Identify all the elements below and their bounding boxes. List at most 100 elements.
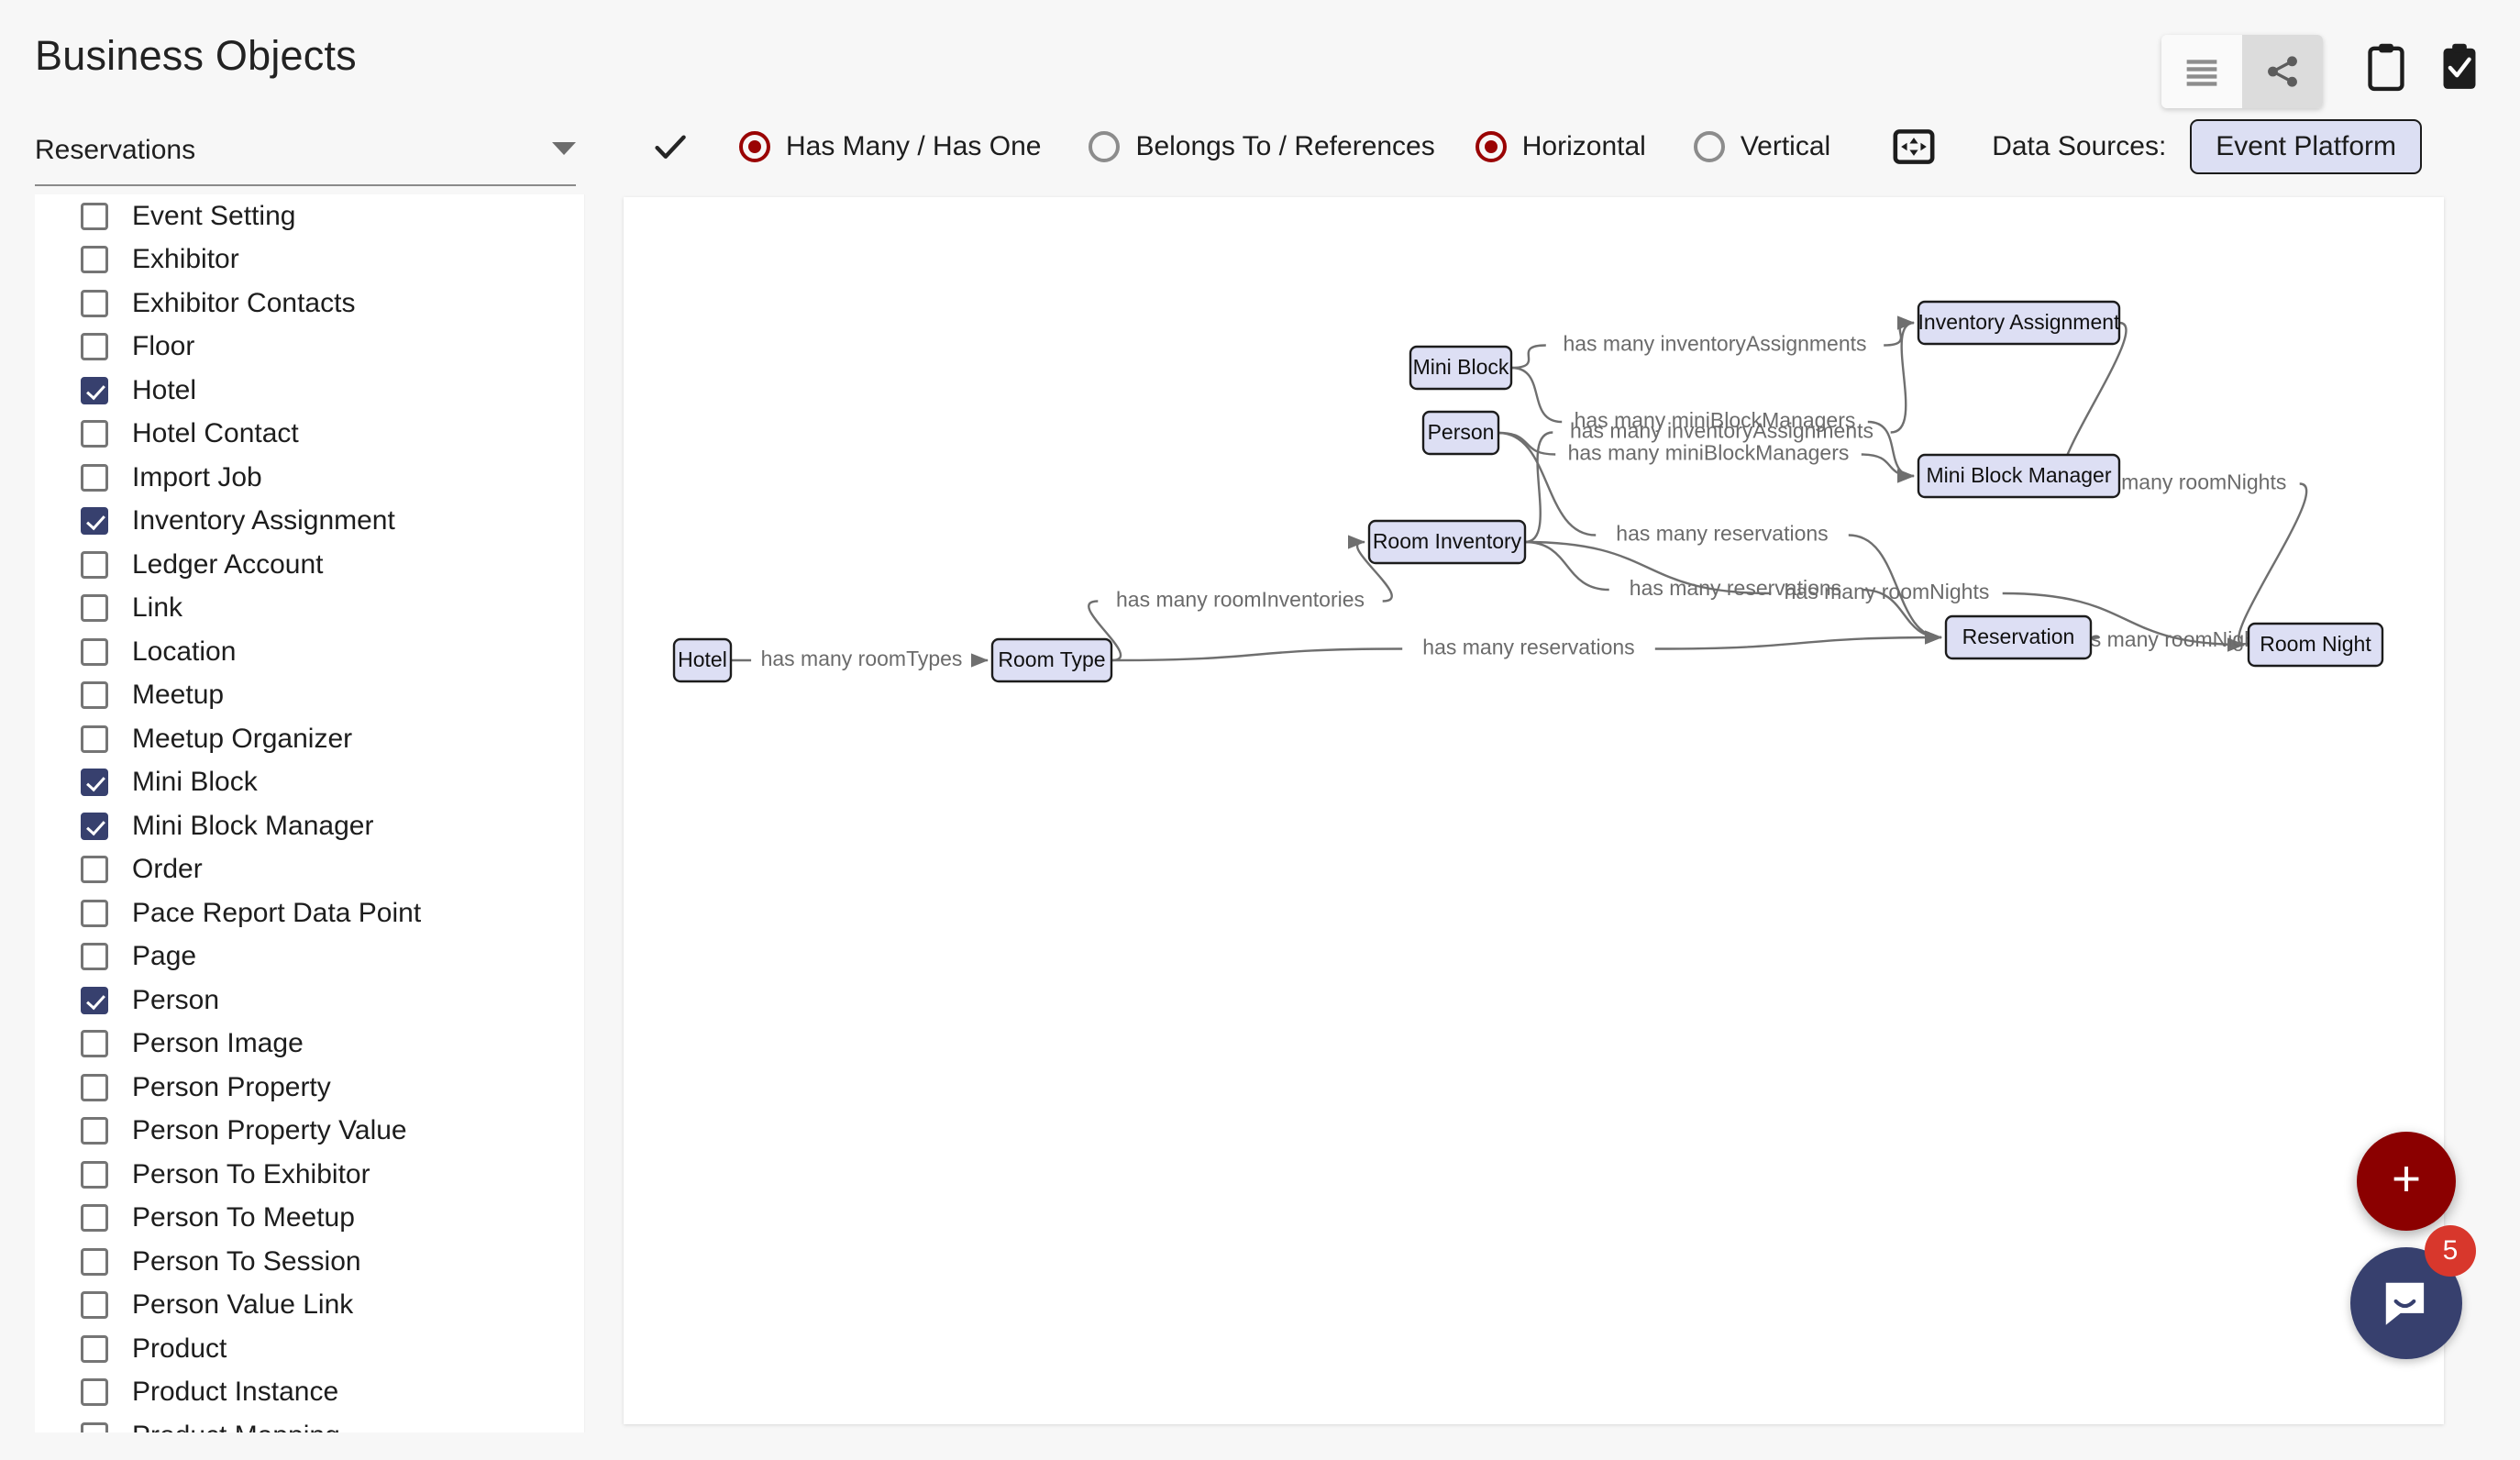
business-object-list[interactable]: Event Setting Exhibitor Exhibitor Contacts…: [35, 194, 585, 1432]
checkbox-checked-icon[interactable]: [81, 507, 108, 536]
object-list-item[interactable]: Person To Exhibitor: [35, 1153, 584, 1197]
view-mode-toggle: [2161, 35, 2323, 108]
checkbox-unchecked-icon[interactable]: [81, 333, 108, 361]
object-list-item[interactable]: Mini Block Manager: [35, 804, 584, 848]
object-list-item[interactable]: Meetup: [35, 674, 584, 718]
checkbox-unchecked-icon[interactable]: [81, 1073, 108, 1101]
object-list-item-label: Inventory Assignment: [132, 505, 395, 536]
object-list-item[interactable]: Person To Meetup: [35, 1197, 584, 1241]
data-source-chip-event-platform[interactable]: Event Platform: [2190, 119, 2423, 174]
relationship-graph[interactable]: has many roomTypes has many roomInventori…: [624, 197, 2444, 1424]
object-list-item[interactable]: Ledger Account: [35, 543, 584, 587]
diagram-canvas[interactable]: has many roomTypes has many roomInventori…: [624, 197, 2444, 1424]
graph-edge-label: has many roomInventories: [1116, 588, 1365, 612]
relationship-mode-group: Has Many / Has One Belongs To / Referenc…: [691, 131, 1435, 162]
checkbox-unchecked-icon[interactable]: [81, 1421, 108, 1432]
object-list-item[interactable]: Inventory Assignment: [35, 500, 584, 544]
graph-node[interactable]: Person: [1421, 410, 1500, 456]
radio-horizontal[interactable]: Horizontal: [1475, 131, 1646, 162]
object-list-item[interactable]: Product Mapping: [35, 1414, 584, 1432]
object-list-item[interactable]: Person Value Link: [35, 1284, 584, 1328]
checkbox-unchecked-icon[interactable]: [81, 1334, 108, 1363]
apply-check-icon[interactable]: [649, 126, 691, 168]
chat-unread-badge[interactable]: 5: [2425, 1225, 2476, 1277]
object-list-item[interactable]: Import Job: [35, 456, 584, 500]
object-list-item[interactable]: Product Instance: [35, 1371, 584, 1415]
share-graph-icon[interactable]: [2242, 35, 2323, 108]
graph-node[interactable]: Room Night: [2247, 622, 2384, 668]
object-list-item-label: Hotel: [132, 374, 197, 405]
checkbox-checked-icon[interactable]: [81, 812, 108, 840]
object-list-item[interactable]: Meetup Organizer: [35, 717, 584, 761]
checkbox-unchecked-icon[interactable]: [81, 463, 108, 492]
plus-icon: +: [2391, 1149, 2422, 1207]
checkbox-checked-icon[interactable]: [81, 376, 108, 404]
checkbox-unchecked-icon[interactable]: [81, 1247, 108, 1276]
object-list-item[interactable]: Hotel: [35, 369, 584, 413]
radio-vertical[interactable]: Vertical: [1693, 131, 1830, 162]
graph-node-label: Room Type: [998, 647, 1105, 671]
object-list-item[interactable]: Mini Block: [35, 761, 584, 805]
checkbox-unchecked-icon[interactable]: [81, 1378, 108, 1407]
object-list-item-label: Person Value Link: [132, 1289, 354, 1321]
object-list-item[interactable]: Event Setting: [35, 194, 584, 238]
checkbox-unchecked-icon[interactable]: [81, 943, 108, 971]
object-list-item[interactable]: Link: [35, 587, 584, 631]
object-list-item[interactable]: Pace Report Data Point: [35, 891, 584, 935]
graph-node[interactable]: Reservation: [1944, 614, 2093, 660]
graph-node[interactable]: Hotel: [672, 637, 733, 683]
checkbox-unchecked-icon[interactable]: [81, 724, 108, 753]
checkbox-unchecked-icon[interactable]: [81, 1204, 108, 1233]
graph-node-label: Inventory Assignment: [1918, 310, 2121, 334]
graph-node[interactable]: Mini Block: [1409, 345, 1513, 391]
checkbox-unchecked-icon[interactable]: [81, 550, 108, 579]
radio-has-many-has-one[interactable]: Has Many / Has One: [739, 131, 1041, 162]
checkbox-unchecked-icon[interactable]: [81, 856, 108, 884]
object-list-item[interactable]: Person: [35, 979, 584, 1023]
object-list-item[interactable]: Person Property: [35, 1066, 584, 1110]
object-list-item[interactable]: Floor: [35, 326, 584, 370]
graph-edge: [2227, 482, 2308, 652]
checkbox-unchecked-icon[interactable]: [81, 594, 108, 623]
object-list-item[interactable]: Exhibitor: [35, 238, 584, 282]
checkbox-unchecked-icon[interactable]: [81, 637, 108, 666]
checkbox-checked-icon[interactable]: [81, 769, 108, 797]
object-list-item-label: Person: [132, 984, 220, 1015]
graph-node[interactable]: Mini Block Manager: [1917, 453, 2121, 499]
object-list-item[interactable]: Person Property Value: [35, 1110, 584, 1154]
object-list-item-label: Link: [132, 592, 183, 624]
checkbox-unchecked-icon[interactable]: [81, 289, 108, 317]
clipboard-check-icon[interactable]: [2438, 41, 2481, 97]
add-object-fab[interactable]: +: [2357, 1132, 2456, 1231]
checkbox-unchecked-icon[interactable]: [81, 899, 108, 927]
checkbox-unchecked-icon[interactable]: [81, 1291, 108, 1320]
object-list-item[interactable]: Exhibitor Contacts: [35, 282, 584, 326]
graph-node[interactable]: Room Type: [990, 637, 1113, 683]
datasource-select[interactable]: Reservations: [35, 133, 576, 186]
checkbox-unchecked-icon[interactable]: [81, 246, 108, 274]
clipboard-icon[interactable]: [2365, 41, 2407, 97]
radio-belongs-to-references[interactable]: Belongs To / References: [1089, 131, 1435, 162]
checkbox-unchecked-icon[interactable]: [81, 1030, 108, 1058]
object-list-item-label: Mini Block Manager: [132, 810, 374, 841]
checkbox-unchecked-icon[interactable]: [81, 420, 108, 448]
list-view-icon[interactable]: [2161, 35, 2242, 108]
checkbox-unchecked-icon[interactable]: [81, 1117, 108, 1145]
graph-node[interactable]: Room Inventory: [1367, 519, 1527, 565]
object-list-item-label: Event Setting: [132, 200, 296, 231]
checkbox-unchecked-icon[interactable]: [81, 681, 108, 710]
radio-label: Belongs To / References: [1135, 131, 1435, 161]
object-list-item[interactable]: Hotel Contact: [35, 413, 584, 457]
object-list-item[interactable]: Page: [35, 935, 584, 979]
checkbox-unchecked-icon[interactable]: [81, 202, 108, 230]
fit-to-screen-icon[interactable]: [1893, 128, 1935, 165]
checkbox-unchecked-icon[interactable]: [81, 1160, 108, 1189]
object-list-item[interactable]: Product: [35, 1327, 584, 1371]
graph-node[interactable]: Inventory Assignment: [1917, 300, 2121, 346]
object-list-item[interactable]: Person To Session: [35, 1240, 584, 1284]
object-list-item[interactable]: Location: [35, 630, 584, 674]
object-list-item-label: Meetup Organizer: [132, 723, 353, 754]
checkbox-checked-icon[interactable]: [81, 986, 108, 1014]
object-list-item[interactable]: Order: [35, 848, 584, 892]
object-list-item[interactable]: Person Image: [35, 1023, 584, 1067]
